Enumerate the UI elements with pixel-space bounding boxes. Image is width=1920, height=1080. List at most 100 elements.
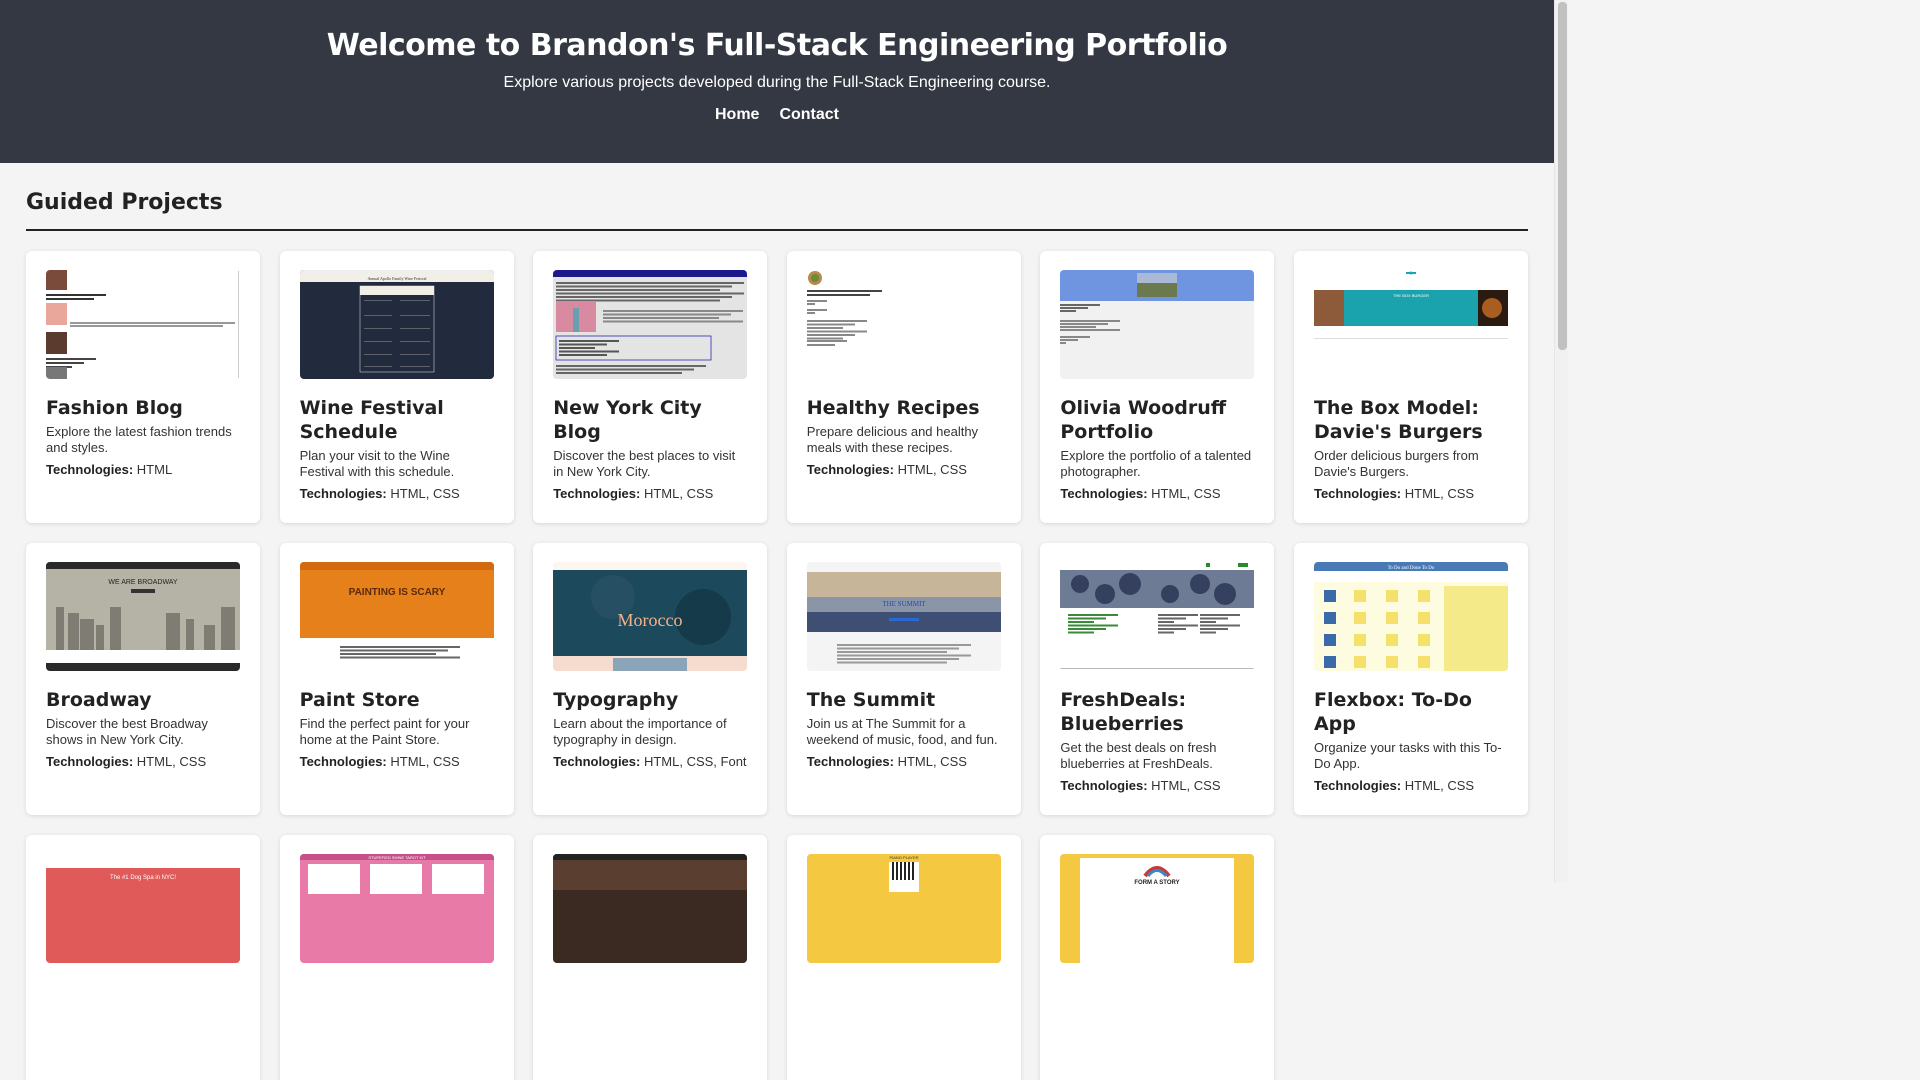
- project-thumbnail[interactable]: To Do and Done To Do: [1313, 562, 1508, 671]
- technologies-value: HTML, CSS: [1151, 778, 1221, 793]
- project-thumbnail[interactable]: Morocco: [553, 562, 748, 671]
- technologies-value: HTML, CSS: [897, 754, 967, 769]
- technologies-label: Technologies:: [46, 754, 134, 769]
- svg-text:PAINTING IS SCARY: PAINTING IS SCARY: [348, 587, 445, 598]
- project-title: FreshDeals: Blueberries: [1060, 689, 1187, 735]
- technologies-value: HTML, CSS: [1404, 486, 1475, 501]
- project-card[interactable]: STUPEFIED SHINE TAROT KIT: [279, 835, 514, 1080]
- project-thumbnail[interactable]: The #1 Dog Spa in NYC!: [46, 854, 240, 963]
- technologies-label: Technologies:: [1313, 486, 1402, 501]
- project-description: Discover the best Broadway shows in New …: [46, 716, 208, 747]
- project-thumbnail[interactable]: [553, 270, 748, 379]
- svg-text:Annual Apollo Family Wine Fest: Annual Apollo Family Wine Festival: [367, 276, 427, 281]
- technologies-value: HTML, CSS: [390, 486, 460, 501]
- technologies-label: Technologies:: [806, 754, 894, 769]
- project-thumbnail[interactable]: PAINTING IS SCARY: [299, 562, 494, 671]
- technologies-label: Technologies:: [553, 486, 641, 501]
- project-card[interactable]: PAINTING IS SCARY Paint Store Find the pe…: [279, 543, 514, 815]
- project-card[interactable]: [533, 835, 768, 1080]
- project-technologies: Technologies: HTML, CSS: [1060, 486, 1254, 501]
- project-card[interactable]: New York City Blog Discover the best plac…: [533, 251, 768, 523]
- technologies-value: HTML, CSS: [897, 462, 967, 477]
- project-card[interactable]: Healthy Recipes Prepare delicious and hea…: [786, 251, 1021, 523]
- svg-text:FORM A STORY: FORM A STORY: [1135, 880, 1180, 886]
- technologies-value: HTML, CSS, Font: [643, 754, 747, 769]
- project-title: Wine Festival Schedule: [299, 397, 444, 443]
- project-description: Explore the portfolio of a talented phot…: [1060, 448, 1252, 479]
- technologies-label: Technologies:: [46, 462, 134, 477]
- project-card[interactable]: FORM A STORY: [1040, 835, 1275, 1080]
- project-card[interactable]: PIANO PLAYER: [786, 835, 1021, 1080]
- project-thumbnail[interactable]: [806, 270, 1001, 379]
- project-thumbnail[interactable]: PIANO PLAYER: [806, 854, 1001, 963]
- project-title: Paint Store: [299, 689, 420, 711]
- project-technologies: Technologies: HTML, CSS: [553, 486, 747, 501]
- technologies-label: Technologies:: [553, 754, 641, 769]
- project-thumbnail[interactable]: Annual Apollo Family Wine Festival: [299, 270, 494, 379]
- project-thumbnail[interactable]: FORM A STORY: [1060, 854, 1255, 963]
- project-title: The Box Model: Davie's Burgers: [1313, 397, 1483, 443]
- technologies-value: HTML, CSS: [136, 754, 207, 769]
- svg-text:WE ARE BROADWAY: WE ARE BROADWAY: [108, 579, 178, 586]
- project-description: Plan your visit to the Wine Festival wit…: [299, 448, 455, 479]
- project-title: Olivia Woodruff Portfolio: [1060, 397, 1227, 443]
- project-thumbnail[interactable]: [1060, 562, 1255, 671]
- project-card[interactable]: To Do and Done To Do Flexbox: To-Do App O…: [1293, 543, 1528, 815]
- project-card[interactable]: FreshDeals: Blueberries Get the best deal…: [1040, 543, 1275, 815]
- project-card[interactable]: The #1 Dog Spa in NYC!: [26, 835, 260, 1080]
- main-nav: Home Contact: [0, 106, 1554, 124]
- project-card[interactable]: Olivia Woodruff Portfolio Explore the por…: [1040, 251, 1275, 523]
- nav-contact-link[interactable]: Contact: [779, 106, 839, 124]
- technologies-value: HTML, CSS: [1151, 486, 1221, 501]
- technologies-label: Technologies:: [299, 486, 387, 501]
- project-thumbnail[interactable]: [46, 270, 240, 379]
- technologies-label: Technologies:: [1313, 778, 1402, 793]
- technologies-label: Technologies:: [1060, 778, 1148, 793]
- project-description: Explore the latest fashion trends and st…: [46, 424, 232, 455]
- technologies-value: HTML, CSS: [390, 754, 460, 769]
- project-technologies: Technologies: HTML, CSS: [1314, 486, 1508, 501]
- page-title: Welcome to Brandon's Full-Stack Engineer…: [326, 28, 1228, 63]
- project-description: Order delicious burgers from Davie's Bur…: [1313, 448, 1479, 479]
- svg-text:THE BOX BURGER: THE BOX BURGER: [1393, 293, 1429, 298]
- project-title: Flexbox: To-Do App: [1313, 689, 1472, 735]
- project-title: Broadway: [46, 689, 152, 711]
- project-technologies: Technologies: HTML, CSS: [300, 754, 494, 769]
- project-title: New York City Blog: [553, 397, 702, 443]
- project-card[interactable]: WE ARE BROADWAY Broadway Discover the bes…: [26, 543, 260, 815]
- project-card[interactable]: THE BOX BURGER The Box Model: Davie's Bu…: [1293, 251, 1528, 523]
- project-card[interactable]: Morocco Typography Learn about the import…: [533, 543, 768, 815]
- svg-text:The #1 Dog Spa in NYC!: The #1 Dog Spa in NYC!: [110, 875, 176, 881]
- project-card[interactable]: Fashion Blog Explore the latest fashion t…: [26, 251, 260, 523]
- project-description: Join us at The Summit for a weekend of m…: [806, 716, 998, 747]
- project-title: The Summit: [806, 689, 936, 711]
- nav-home-link[interactable]: Home: [715, 106, 759, 124]
- svg-text:STUPEFIED SHINE TAROT KIT: STUPEFIED SHINE TAROT KIT: [368, 855, 426, 860]
- project-thumbnail[interactable]: [1060, 270, 1255, 379]
- project-technologies: Technologies: HTML, CSS, Font: [553, 754, 747, 769]
- technologies-label: Technologies:: [806, 462, 894, 477]
- project-thumbnail[interactable]: THE SUMMIT: [806, 562, 1001, 671]
- project-thumbnail[interactable]: [553, 854, 748, 963]
- project-card[interactable]: THE SUMMIT The Summit Join us at The Summ…: [786, 543, 1021, 815]
- technologies-value: HTML: [136, 462, 173, 477]
- project-thumbnail[interactable]: STUPEFIED SHINE TAROT KIT: [299, 854, 494, 963]
- svg-text:Morocco: Morocco: [618, 610, 683, 630]
- project-technologies: Technologies: HTML, CSS: [300, 486, 494, 501]
- main-content: Guided Projects Fashion Blog Explore the …: [0, 163, 1554, 1080]
- project-technologies: Technologies: HTML: [46, 462, 240, 477]
- technologies-value: HTML, CSS: [643, 486, 714, 501]
- project-thumbnail[interactable]: WE ARE BROADWAY: [46, 562, 240, 671]
- svg-text:THE SUMMIT: THE SUMMIT: [882, 600, 926, 608]
- vertical-scrollbar[interactable]: [1554, 0, 1568, 882]
- project-technologies: Technologies: HTML, CSS: [1060, 778, 1254, 793]
- technologies-value: HTML, CSS: [1404, 778, 1475, 793]
- project-description: Get the best deals on fresh blueberries …: [1060, 740, 1217, 771]
- projects-grid: Fashion Blog Explore the latest fashion t…: [26, 251, 1528, 1080]
- svg-text:PIANO PLAYER: PIANO PLAYER: [889, 855, 918, 860]
- project-thumbnail[interactable]: THE BOX BURGER: [1313, 270, 1508, 379]
- technologies-label: Technologies:: [299, 754, 387, 769]
- scrollbar-thumb[interactable]: [1558, 2, 1567, 350]
- project-title: Typography: [553, 689, 679, 711]
- project-card[interactable]: Annual Apollo Family Wine Festival Wine …: [279, 251, 514, 523]
